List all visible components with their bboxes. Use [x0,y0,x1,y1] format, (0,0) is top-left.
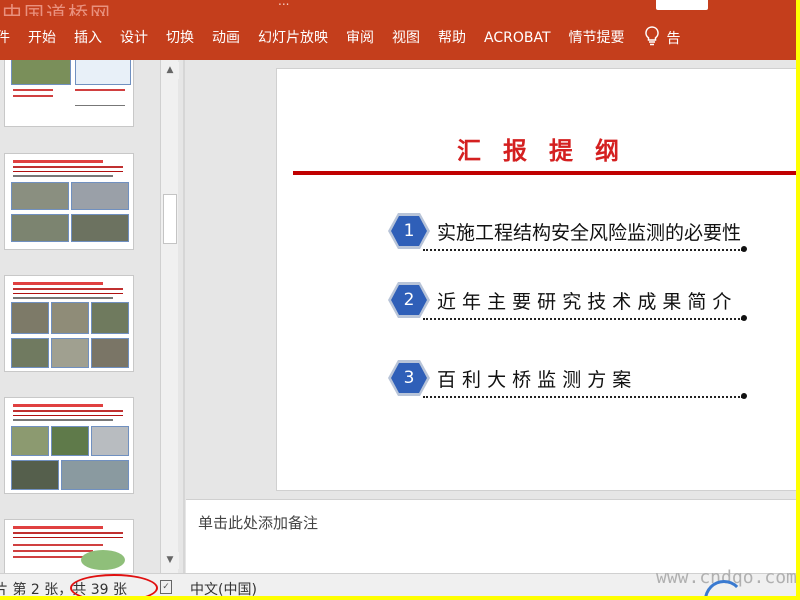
tab-file[interactable]: 件 [0,16,20,60]
thumbnail-image [51,302,89,334]
tab-insert[interactable]: 插入 [66,16,112,60]
powerpoint-window: 中国道桥网 ... 件 开始 插入 设计 切换 动画 幻灯片放映 审阅 视图 帮… [0,0,800,600]
outline-item[interactable]: 2 近 年 主 要 研 究 技 术 成 果 简 介 [387,280,747,324]
tab-storyboarding[interactable]: 情节提要 [561,16,635,60]
spellcheck-icon[interactable]: ✓ [160,580,172,594]
tab-review[interactable]: 审阅 [338,16,384,60]
slide-thumbnail[interactable] [4,60,134,127]
tab-acrobat[interactable]: ACROBAT [476,16,561,60]
slide-thumbnail[interactable] [4,519,134,573]
dotted-leader [423,396,743,398]
thumbnail-image [11,182,69,210]
thumbnail-image [11,214,69,242]
slide-thumbnail[interactable] [4,153,134,250]
notes-placeholder[interactable]: 单击此处添加备注 [198,512,318,533]
item-text: 百 利 大 桥 监 测 方 案 [437,369,632,391]
item-number: 1 [403,221,415,241]
outline-item[interactable]: 1 实施工程结构安全风险监测的必要性 [387,211,747,255]
leader-endpoint [741,246,747,252]
highlight-circle [70,574,158,596]
thumbnail-image [11,60,71,85]
scroll-down-icon[interactable]: ▼ [161,552,179,569]
tell-me-label[interactable]: 告 [667,28,681,48]
thumbnail-image [61,460,129,490]
item-number: 3 [403,368,415,388]
dotted-leader [423,249,743,251]
slide-thumbnail[interactable] [4,275,134,372]
scrollbar-thumb[interactable] [163,194,177,244]
thumbnail-image [51,338,89,368]
ribbon-tabs: 件 开始 插入 设计 切换 动画 幻灯片放映 审阅 视图 帮助 ACROBAT … [0,16,796,60]
tab-help[interactable]: 帮助 [430,16,476,60]
item-number: 2 [403,290,415,310]
outline-item[interactable]: 3 百 利 大 桥 监 测 方 案 [387,358,747,402]
thumbnail-image [81,550,125,570]
lightbulb-icon[interactable] [643,25,661,51]
tab-view[interactable]: 视图 [384,16,430,60]
item-text: 实施工程结构安全风险监测的必要性 [437,222,742,244]
thumbnail-image [11,460,59,490]
dotted-leader [423,318,743,320]
slide-canvas[interactable]: 汇报提纲 1 实施工程结构安全风险监测的必要性 2 近 年 主 要 研 究 技 … [276,68,796,491]
thumbnail-image [51,426,89,456]
tab-animations[interactable]: 动画 [204,16,250,60]
tab-transitions[interactable]: 切换 [158,16,204,60]
notes-pane[interactable]: 单击此处添加备注 [186,499,796,573]
slide-thumbnail[interactable] [4,397,134,494]
title-bar: 中国道桥网 ... [0,0,796,26]
thumbnail-image [71,182,129,210]
leader-endpoint [741,315,747,321]
thumbnail-image [75,60,131,85]
slide-thumbnail-pane [0,60,182,573]
tab-design[interactable]: 设计 [112,16,158,60]
scroll-up-icon[interactable]: ▲ [161,62,179,79]
language-indicator[interactable]: 中文(中国) [190,579,257,596]
slide-title[interactable]: 汇报提纲 [277,131,796,166]
thumbnail-image [91,426,129,456]
thumbnail-image [11,302,49,334]
thumbnail-image [11,426,49,456]
leader-endpoint [741,393,747,399]
thumbnail-scrollbar[interactable]: ▲ ▼ [160,60,179,573]
tab-home[interactable]: 开始 [20,16,66,60]
item-text: 近 年 主 要 研 究 技 术 成 果 简 介 [437,291,732,313]
account-button[interactable] [656,0,708,10]
thumbnail-image [91,338,129,368]
pane-splitter[interactable] [183,60,185,573]
tab-slideshow[interactable]: 幻灯片放映 [250,16,338,60]
thumbnail-image [71,214,129,242]
window-title: ... [278,0,498,6]
title-underline [293,171,796,175]
thumbnail-image [11,338,49,368]
thumbnail-image [91,302,129,334]
